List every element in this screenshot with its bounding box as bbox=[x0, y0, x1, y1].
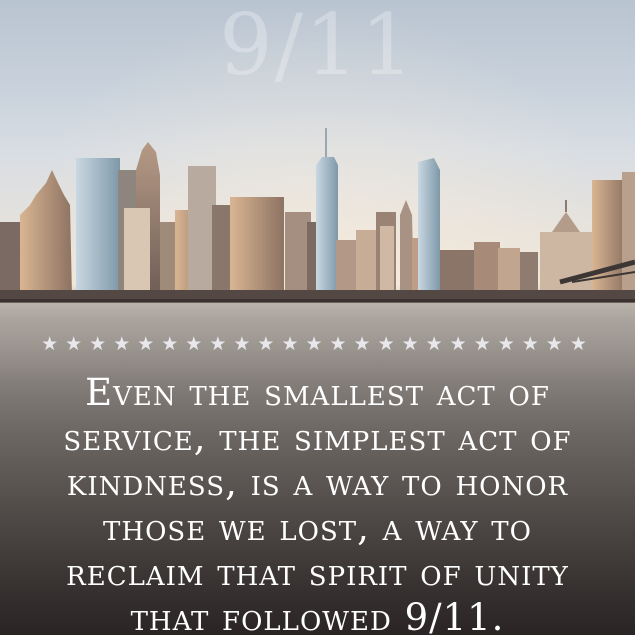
quote-line-6: that followed 9/11. bbox=[130, 596, 505, 635]
quote-line-1: Even the smallest act of bbox=[85, 371, 550, 414]
quote-text: Even the smallest act of service, the si… bbox=[0, 370, 635, 635]
memorial-poster: 9/11 ★★★★★★★★★★★★★★★★★★★★★★★ Even the sm… bbox=[0, 0, 635, 635]
star-divider: ★★★★★★★★★★★★★★★★★★★★★★★ bbox=[41, 333, 594, 355]
city-skyline-image bbox=[0, 128, 635, 303]
quote-line-2: service, the simplest act of bbox=[63, 416, 572, 459]
quote-line-3: kindness, is a way to honor bbox=[66, 461, 569, 504]
quote-line-5: reclaim that spirit of unity bbox=[66, 551, 569, 594]
quote-line-4: those we lost, a way to bbox=[103, 506, 532, 549]
